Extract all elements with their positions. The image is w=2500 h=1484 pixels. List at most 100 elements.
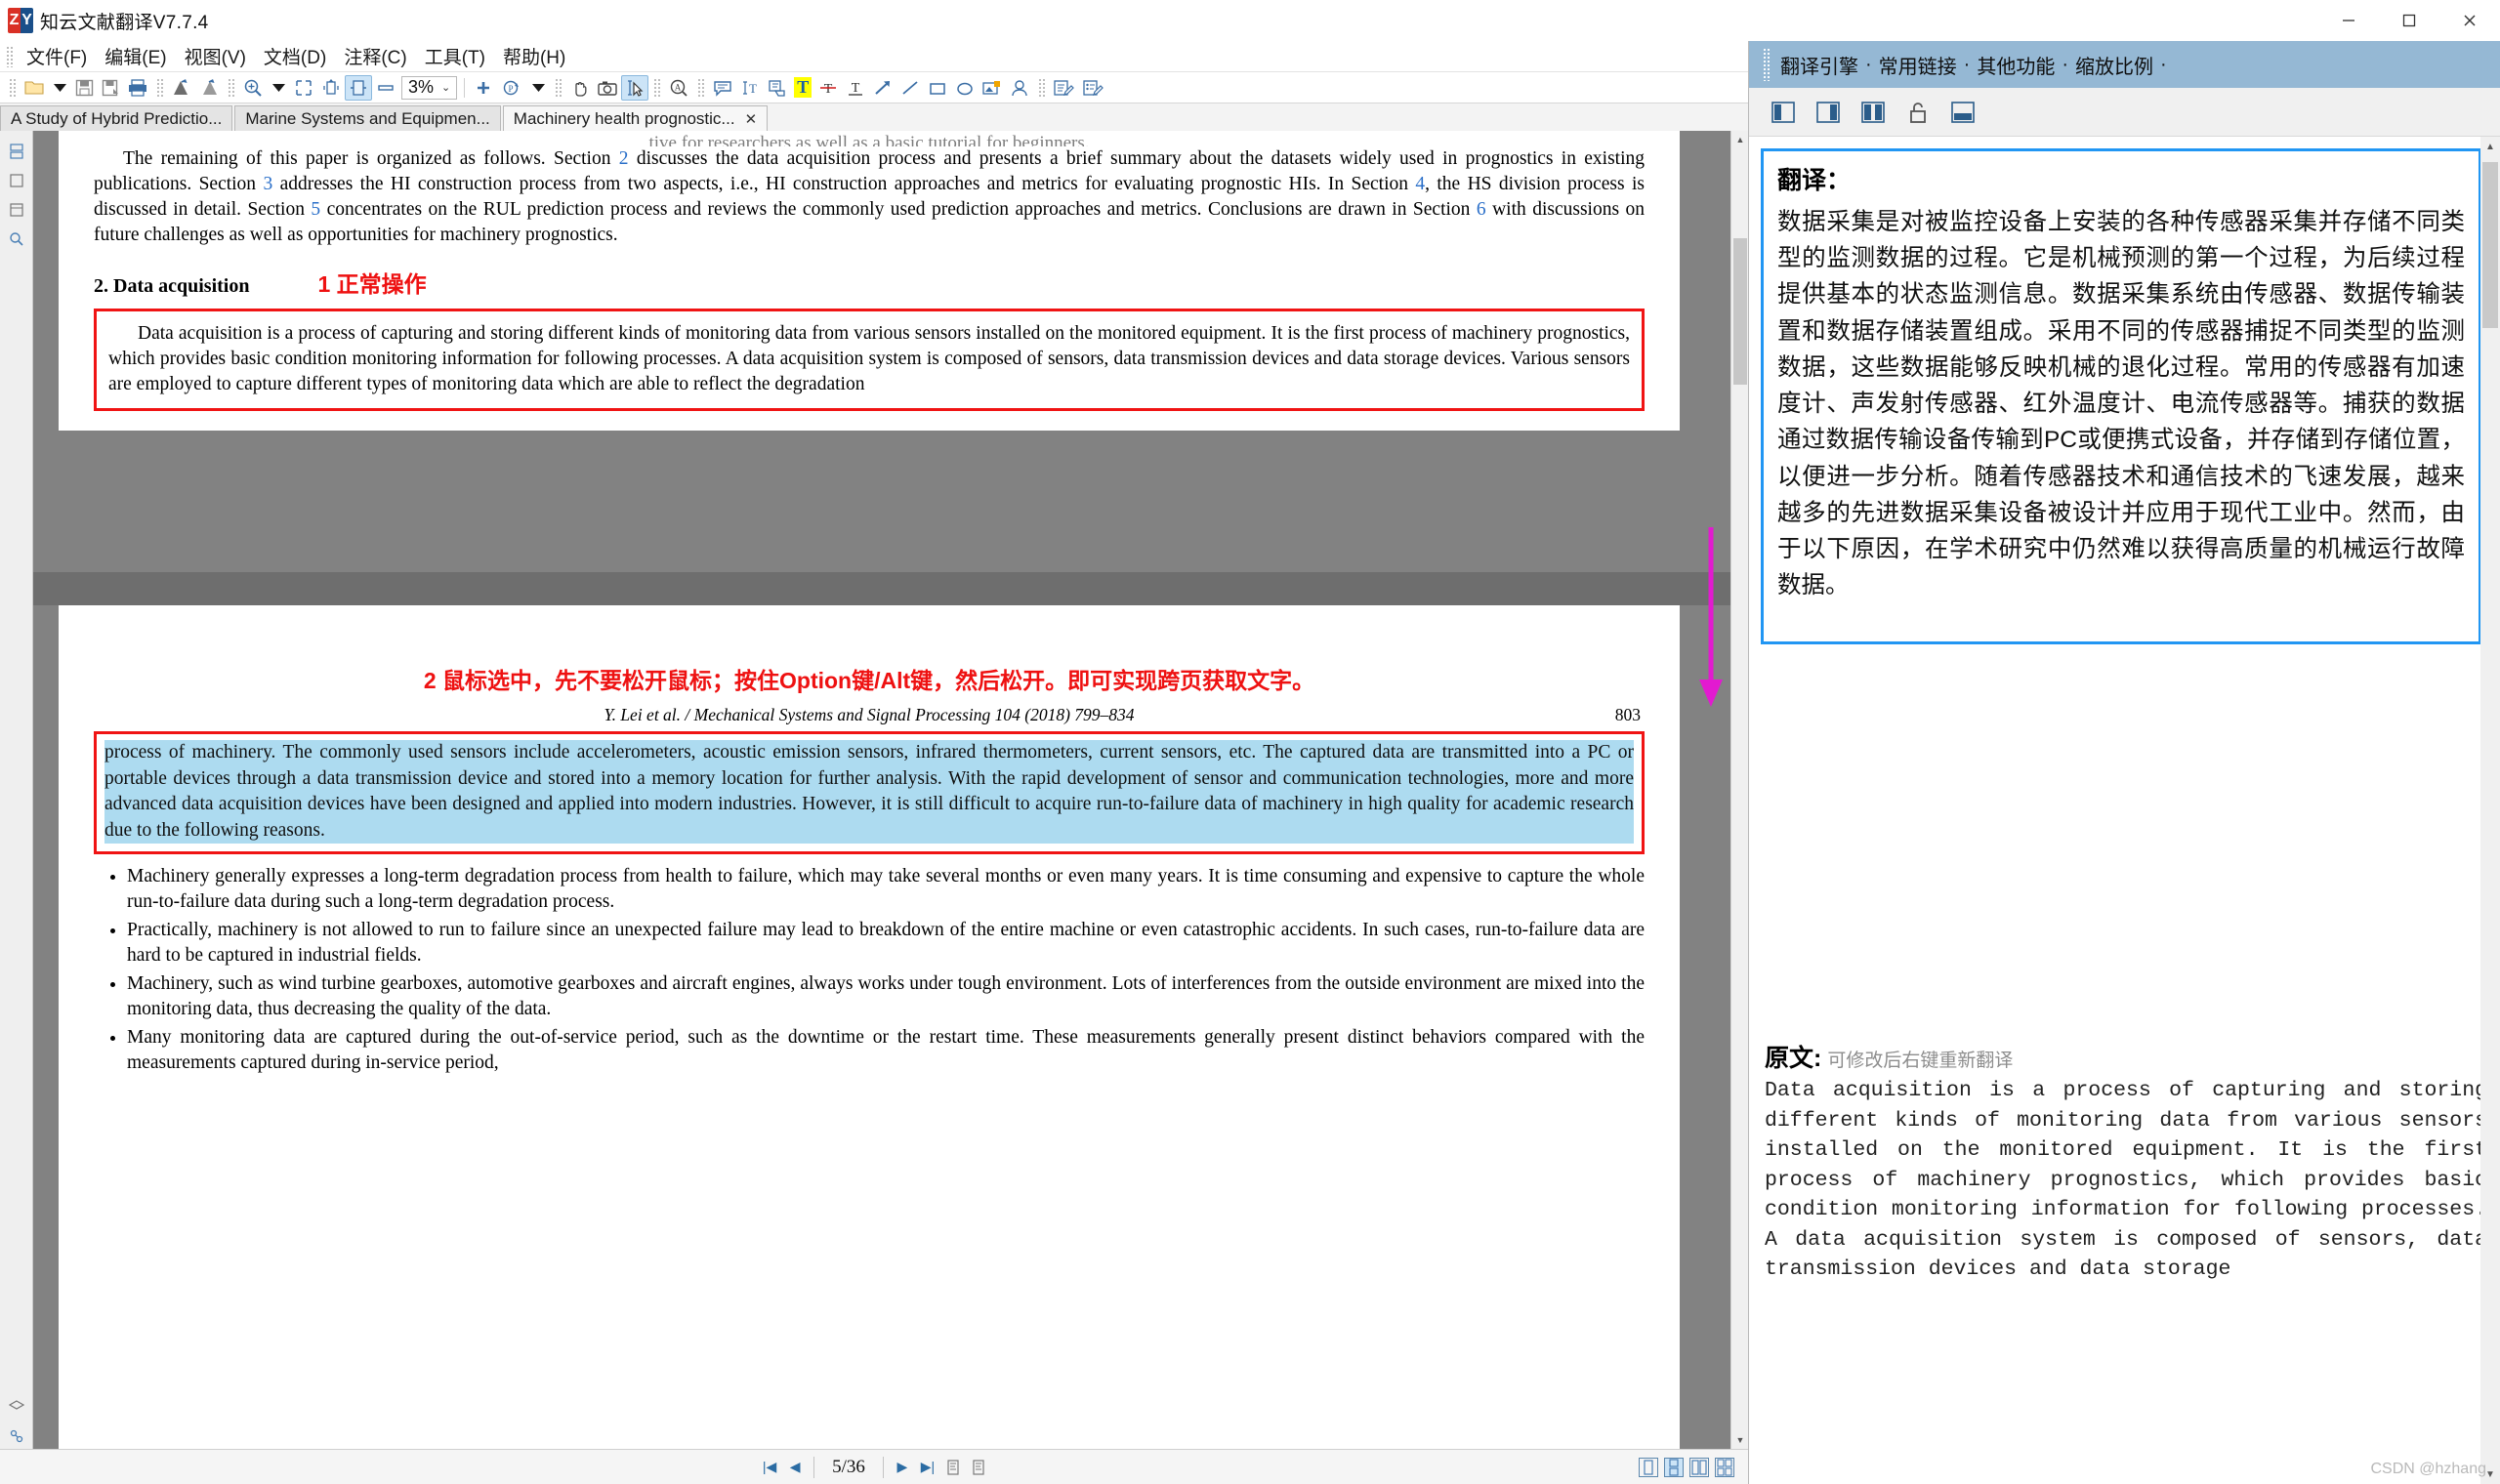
strikeout-text-icon[interactable]: T <box>814 75 842 101</box>
page-indicator[interactable]: 5/36 <box>820 1457 877 1478</box>
panel-grip-handle[interactable] <box>1763 48 1770 81</box>
select-text-tool-icon[interactable] <box>621 74 649 101</box>
viewer-scrollbar[interactable]: ▲ ▼ <box>1730 131 1749 1449</box>
layout-bottom-icon[interactable] <box>1946 98 1979 127</box>
zoom-dropdown-caret-icon[interactable] <box>267 75 290 101</box>
zoom-level-combobox[interactable]: 3% ⌄ <box>401 75 458 100</box>
fit-visible-icon[interactable] <box>372 75 399 101</box>
menu-common-links[interactable]: 常用链接 <box>1876 51 1960 79</box>
ellipse-draw-icon[interactable] <box>951 75 979 101</box>
tab-machinery-health-prognostics[interactable]: Machinery health prognostic... ✕ <box>502 105 769 131</box>
tab-a-study-of-hybrid-prediction[interactable]: A Study of Hybrid Predictio... <box>0 105 233 131</box>
hand-tool-icon[interactable] <box>566 75 594 101</box>
previous-page-button[interactable]: ◀ <box>782 1456 808 1479</box>
sticky-note-icon[interactable] <box>709 75 736 101</box>
copy-region-icon[interactable] <box>764 75 791 101</box>
rectangle-draw-icon[interactable] <box>924 75 951 101</box>
section-link-5[interactable]: 5 <box>311 199 320 220</box>
continuous-view-icon[interactable] <box>1664 1457 1684 1477</box>
menu-zoom-ratio[interactable]: 缩放比例 <box>2072 51 2156 79</box>
text-edit-icon[interactable]: T <box>736 75 764 101</box>
fit-height-icon[interactable] <box>317 75 345 101</box>
comments-icon[interactable] <box>6 1425 27 1447</box>
layout-left-icon[interactable] <box>1767 98 1800 127</box>
add-page-icon[interactable] <box>470 75 497 101</box>
save-as-icon[interactable] <box>98 75 124 101</box>
undo-icon[interactable] <box>168 75 195 101</box>
menu-translation-engine[interactable]: 翻译引擎 <box>1777 51 1861 79</box>
first-page-button[interactable]: |◀ <box>757 1456 782 1479</box>
selected-text[interactable]: process of machinery. The commonly used … <box>104 740 1634 845</box>
toolbar-grip-handle-5[interactable] <box>653 77 661 98</box>
pdf-viewer[interactable]: tive for researchers as well as a basic … <box>33 131 1730 1449</box>
find-icon[interactable]: A <box>665 75 692 101</box>
translation-result-area[interactable]: 翻译： 数据采集是对被监控设备上安装的各种传感器采集并存储不同类型的监测数据的过… <box>1761 148 2481 644</box>
single-page-view-icon[interactable] <box>1639 1457 1658 1477</box>
zoom-in-icon[interactable] <box>239 75 267 101</box>
toolbar-grip-handle-4[interactable] <box>555 77 562 98</box>
bookmarks-icon[interactable] <box>6 170 27 191</box>
layout-right-icon[interactable] <box>1812 98 1845 127</box>
scroll-up-icon[interactable]: ▲ <box>1731 131 1749 148</box>
next-page-button[interactable]: ▶ <box>890 1456 915 1479</box>
rotate-page-icon[interactable]: P <box>497 75 526 101</box>
translation-panel-scrollbar[interactable]: ▲ ▼ <box>2480 137 2500 1484</box>
menu-grip-handle[interactable] <box>6 45 14 67</box>
fit-width-icon[interactable] <box>345 74 372 101</box>
open-dropdown-caret-icon[interactable] <box>48 75 71 101</box>
unlock-icon[interactable] <box>1901 98 1935 127</box>
toolbar-grip-handle-7[interactable] <box>1038 77 1046 98</box>
redo-icon[interactable] <box>195 75 223 101</box>
goto-previous-view-icon[interactable] <box>940 1456 966 1479</box>
tab-marine-systems-and-equipment[interactable]: Marine Systems and Equipmen... <box>234 105 501 131</box>
layers-icon[interactable] <box>6 1396 27 1418</box>
toolbar-grip-handle[interactable] <box>9 77 16 98</box>
menu-comment[interactable]: 注释(C) <box>335 41 415 71</box>
highlight-text-icon[interactable]: T <box>791 75 814 101</box>
last-page-button[interactable]: ▶| <box>915 1456 940 1479</box>
section-link-3[interactable]: 3 <box>263 174 272 194</box>
menu-other-functions[interactable]: 其他功能 <box>1974 51 2058 79</box>
section-link-6[interactable]: 6 <box>1477 199 1486 220</box>
stamp-image-icon[interactable] <box>979 75 1006 101</box>
line-draw-icon[interactable] <box>896 75 924 101</box>
form-fill-icon[interactable] <box>1050 75 1079 101</box>
close-icon[interactable]: ✕ <box>745 110 758 128</box>
snapshot-icon[interactable] <box>594 75 621 101</box>
rotate-dropdown-caret-icon[interactable] <box>526 75 550 101</box>
fit-page-icon[interactable] <box>290 75 317 101</box>
layout-split-icon[interactable] <box>1856 98 1890 127</box>
scrollbar-thumb[interactable] <box>2482 162 2498 328</box>
open-folder-icon[interactable] <box>21 75 48 101</box>
signature-icon[interactable] <box>1006 75 1033 101</box>
menu-document[interactable]: 文档(D) <box>255 41 335 71</box>
menu-file[interactable]: 文件(F) <box>18 41 96 71</box>
search-icon[interactable] <box>6 228 27 250</box>
print-icon[interactable] <box>124 75 151 101</box>
save-icon[interactable] <box>71 75 98 101</box>
arrow-draw-icon[interactable] <box>869 75 896 101</box>
menu-view[interactable]: 视图(V) <box>176 41 255 71</box>
underline-text-icon[interactable]: T <box>842 75 869 101</box>
scrollbar-thumb[interactable] <box>1733 238 1747 385</box>
menu-edit[interactable]: 编辑(E) <box>96 41 175 71</box>
two-page-continuous-icon[interactable] <box>1715 1457 1734 1477</box>
toolbar-grip-handle-3[interactable] <box>228 77 234 98</box>
toolbar-grip-handle-6[interactable] <box>697 77 705 98</box>
minimize-button[interactable] <box>2318 0 2379 41</box>
section-link-4[interactable]: 4 <box>1415 174 1425 194</box>
close-button[interactable] <box>2439 0 2500 41</box>
attachments-icon[interactable] <box>6 199 27 221</box>
menu-tools[interactable]: 工具(T) <box>416 41 494 71</box>
scroll-down-icon[interactable]: ▼ <box>1731 1431 1749 1449</box>
chevron-down-icon[interactable]: ⌄ <box>439 81 456 94</box>
scroll-up-icon[interactable]: ▲ <box>2480 137 2500 156</box>
menu-help[interactable]: 帮助(H) <box>494 41 574 71</box>
maximize-button[interactable] <box>2379 0 2439 41</box>
thumbnails-icon[interactable] <box>6 141 27 162</box>
goto-next-view-icon[interactable] <box>966 1456 991 1479</box>
section-link-2[interactable]: 2 <box>619 148 629 169</box>
toolbar-grip-handle-2[interactable] <box>156 77 163 98</box>
two-page-view-icon[interactable] <box>1689 1457 1709 1477</box>
original-text-area[interactable]: Data acquisition is a process of capturi… <box>1765 1076 2487 1476</box>
